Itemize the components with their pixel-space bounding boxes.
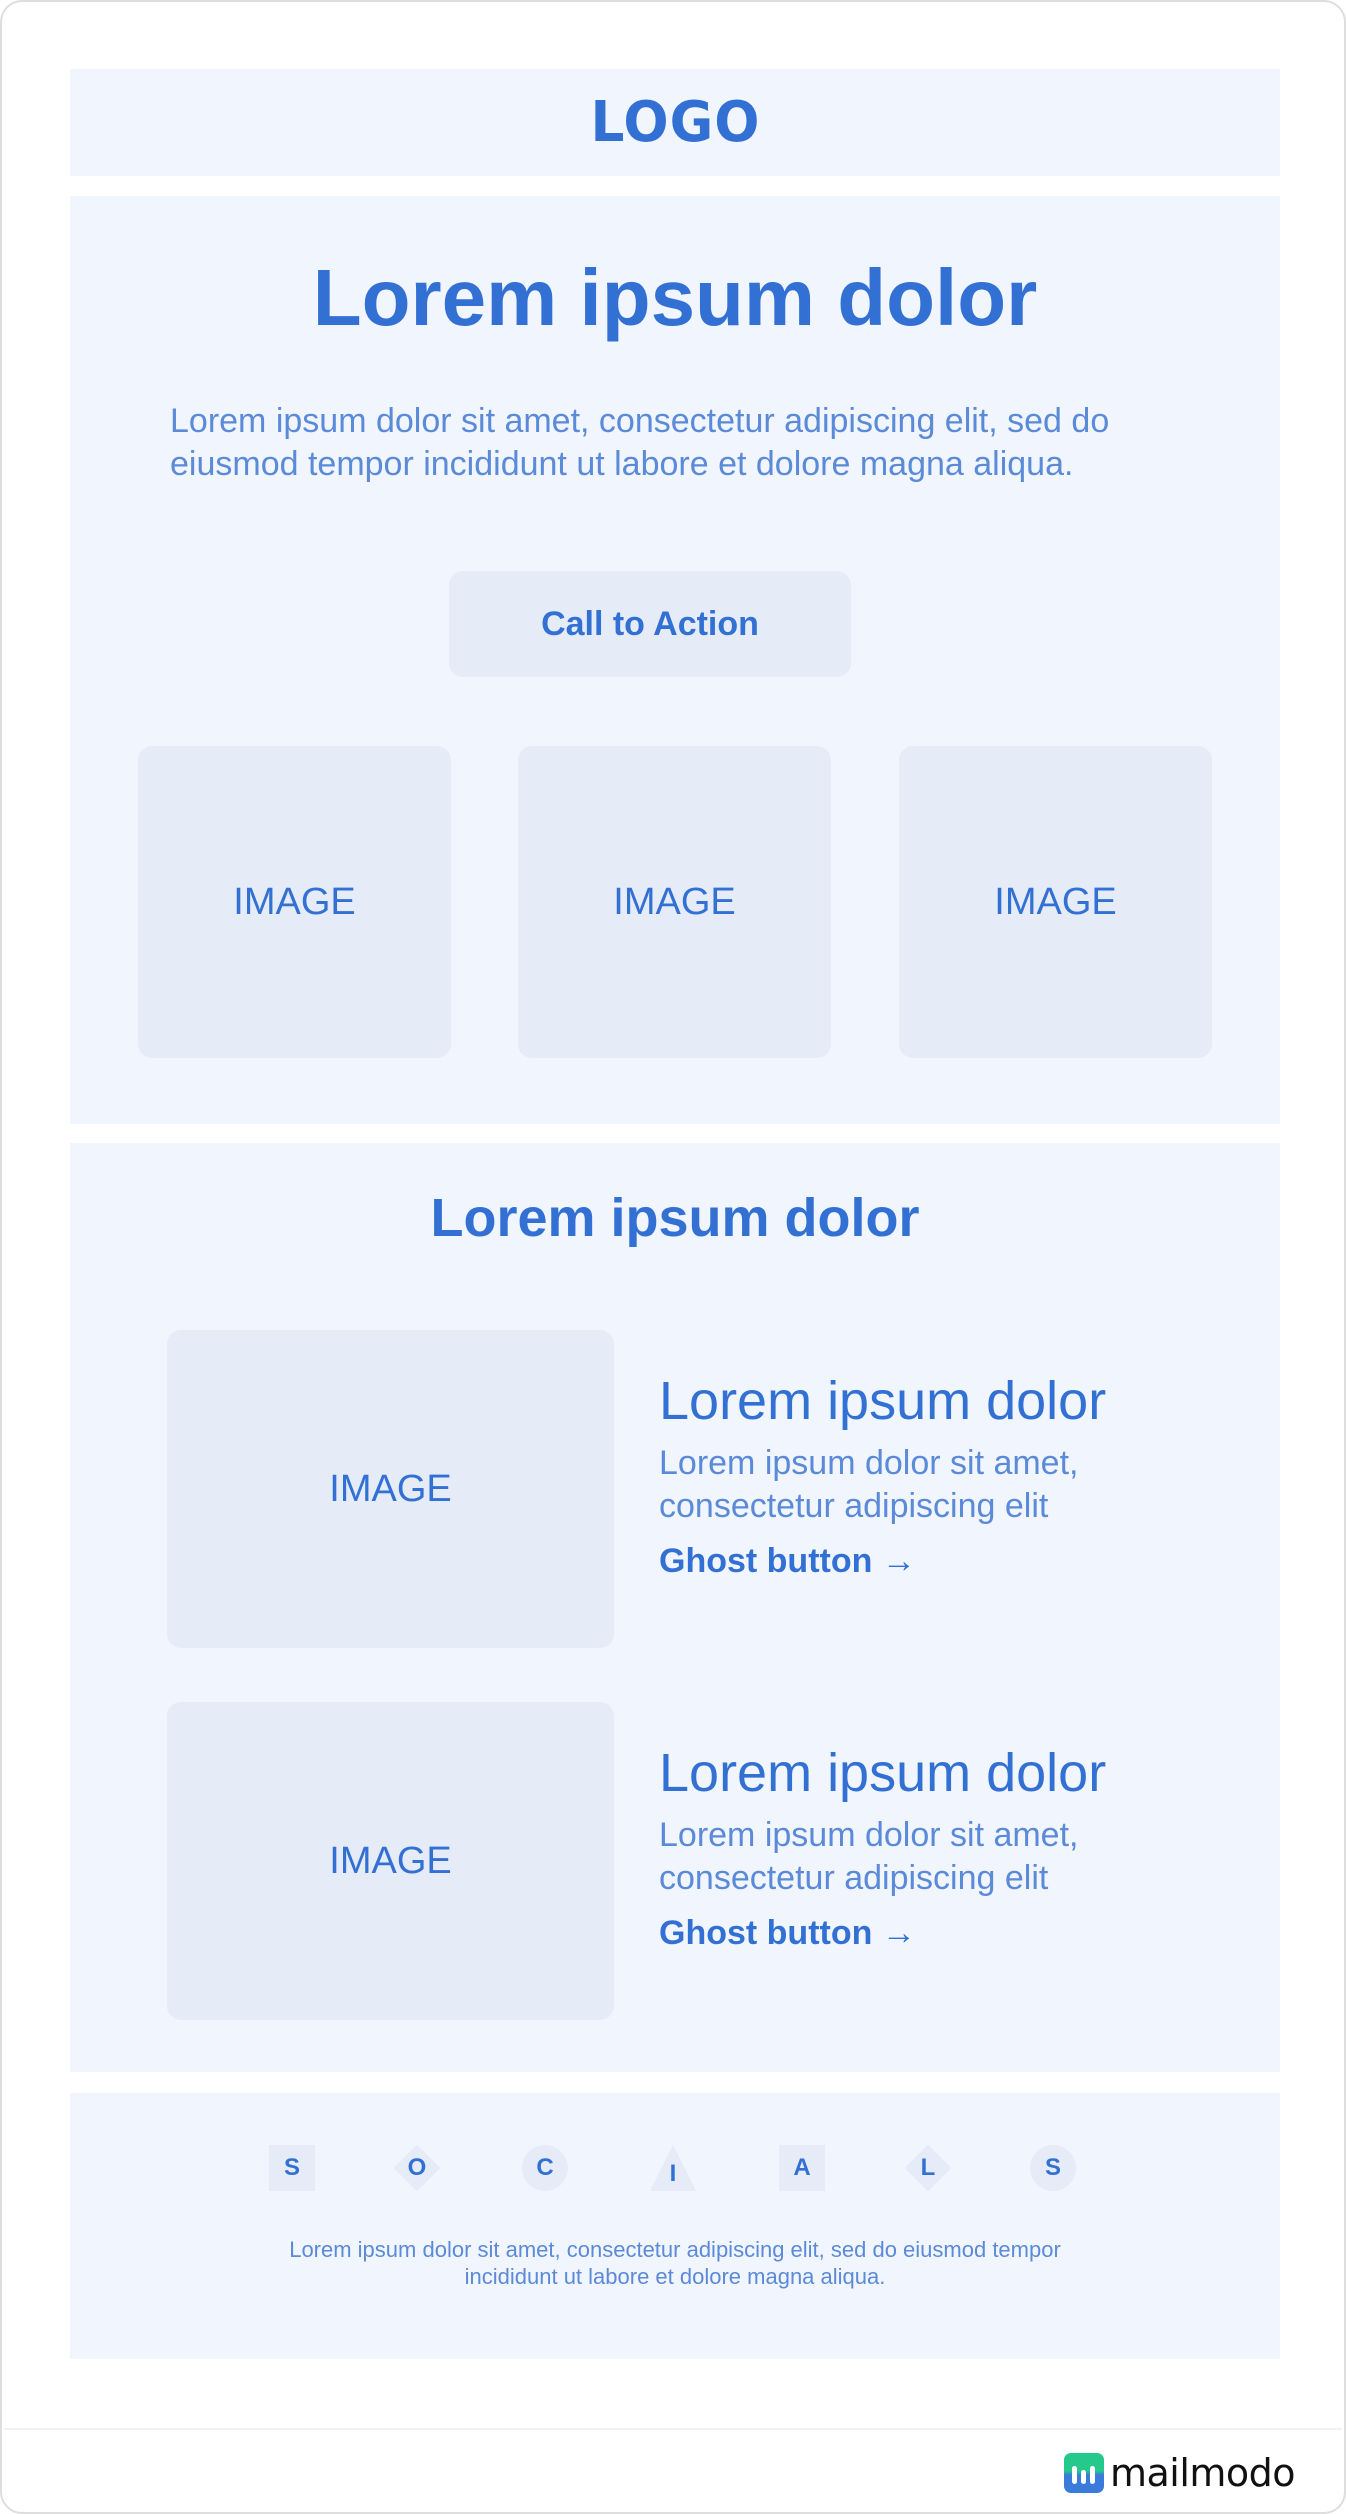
social-letter: L xyxy=(920,2154,936,2181)
social-icon-l[interactable]: L xyxy=(904,2144,952,2192)
social-letter: S xyxy=(283,2154,300,2181)
ghost-button[interactable]: Ghost button → xyxy=(659,1914,916,1953)
image-placeholder: IMAGE xyxy=(518,746,831,1058)
feature-image-placeholder: IMAGE xyxy=(167,1702,614,2020)
feature-row-text: Lorem ipsum dolor Lorem ipsum dolor sit … xyxy=(659,1742,1219,1953)
feature-heading: Lorem ipsum dolor xyxy=(659,1743,1107,1803)
social-letter: S xyxy=(1044,2154,1061,2181)
ghost-button[interactable]: Ghost button → xyxy=(659,1542,916,1581)
social-icon-i[interactable]: I xyxy=(650,2145,696,2191)
social-icon-a[interactable]: A xyxy=(779,2145,825,2191)
feature-row-text: Lorem ipsum dolor Lorem ipsum dolor sit … xyxy=(659,1370,1219,1581)
feature-paragraph: Lorem ipsum dolor sit amet, consectetur … xyxy=(659,1816,1079,1897)
features-title: Lorem ipsum dolor xyxy=(430,1188,920,1248)
social-icon-o[interactable]: O xyxy=(393,2144,441,2192)
image-placeholder: IMAGE xyxy=(899,746,1212,1058)
social-icon-s[interactable]: S xyxy=(269,2145,315,2191)
divider xyxy=(4,2428,1342,2430)
hero-title: Lorem ipsum dolor xyxy=(312,253,1038,342)
logo-header: LOGO xyxy=(70,69,1280,176)
social-links: S O C I A L S xyxy=(70,2144,1280,2193)
social-letter: O xyxy=(407,2154,427,2181)
footer-text: Lorem ipsum dolor sit amet, consectetur … xyxy=(289,2237,1061,2289)
feature-image-placeholder: IMAGE xyxy=(167,1330,614,1648)
features-section: Lorem ipsum dolor IMAGE Lorem ipsum dolo… xyxy=(70,1143,1280,2072)
email-template-frame: LOGO Lorem ipsum dolor Lorem ipsum dolor… xyxy=(0,0,1346,2514)
footer-section: S O C I A L S Lorem ipsum dolor sit amet… xyxy=(70,2093,1280,2359)
social-letter: I xyxy=(669,2160,677,2187)
hero-paragraph: Lorem ipsum dolor sit amet, consectetur … xyxy=(170,402,1110,483)
mailmodo-branding[interactable]: mailmodo xyxy=(1064,2451,1296,2495)
social-icon-s2[interactable]: S xyxy=(1030,2145,1076,2191)
call-to-action-button[interactable]: Call to Action xyxy=(449,571,851,677)
hero-section: Lorem ipsum dolor Lorem ipsum dolor sit … xyxy=(70,196,1280,1124)
brand-name: mailmodo xyxy=(1110,2451,1296,2495)
feature-heading: Lorem ipsum dolor xyxy=(659,1371,1107,1431)
social-icon-c[interactable]: C xyxy=(522,2145,568,2191)
social-letter: C xyxy=(536,2154,554,2181)
logo[interactable]: LOGO xyxy=(590,90,760,155)
social-letter: A xyxy=(793,2154,811,2181)
mailmodo-logo-icon xyxy=(1064,2453,1104,2493)
feature-paragraph: Lorem ipsum dolor sit amet, consectetur … xyxy=(659,1444,1079,1525)
image-placeholder: IMAGE xyxy=(138,746,451,1058)
